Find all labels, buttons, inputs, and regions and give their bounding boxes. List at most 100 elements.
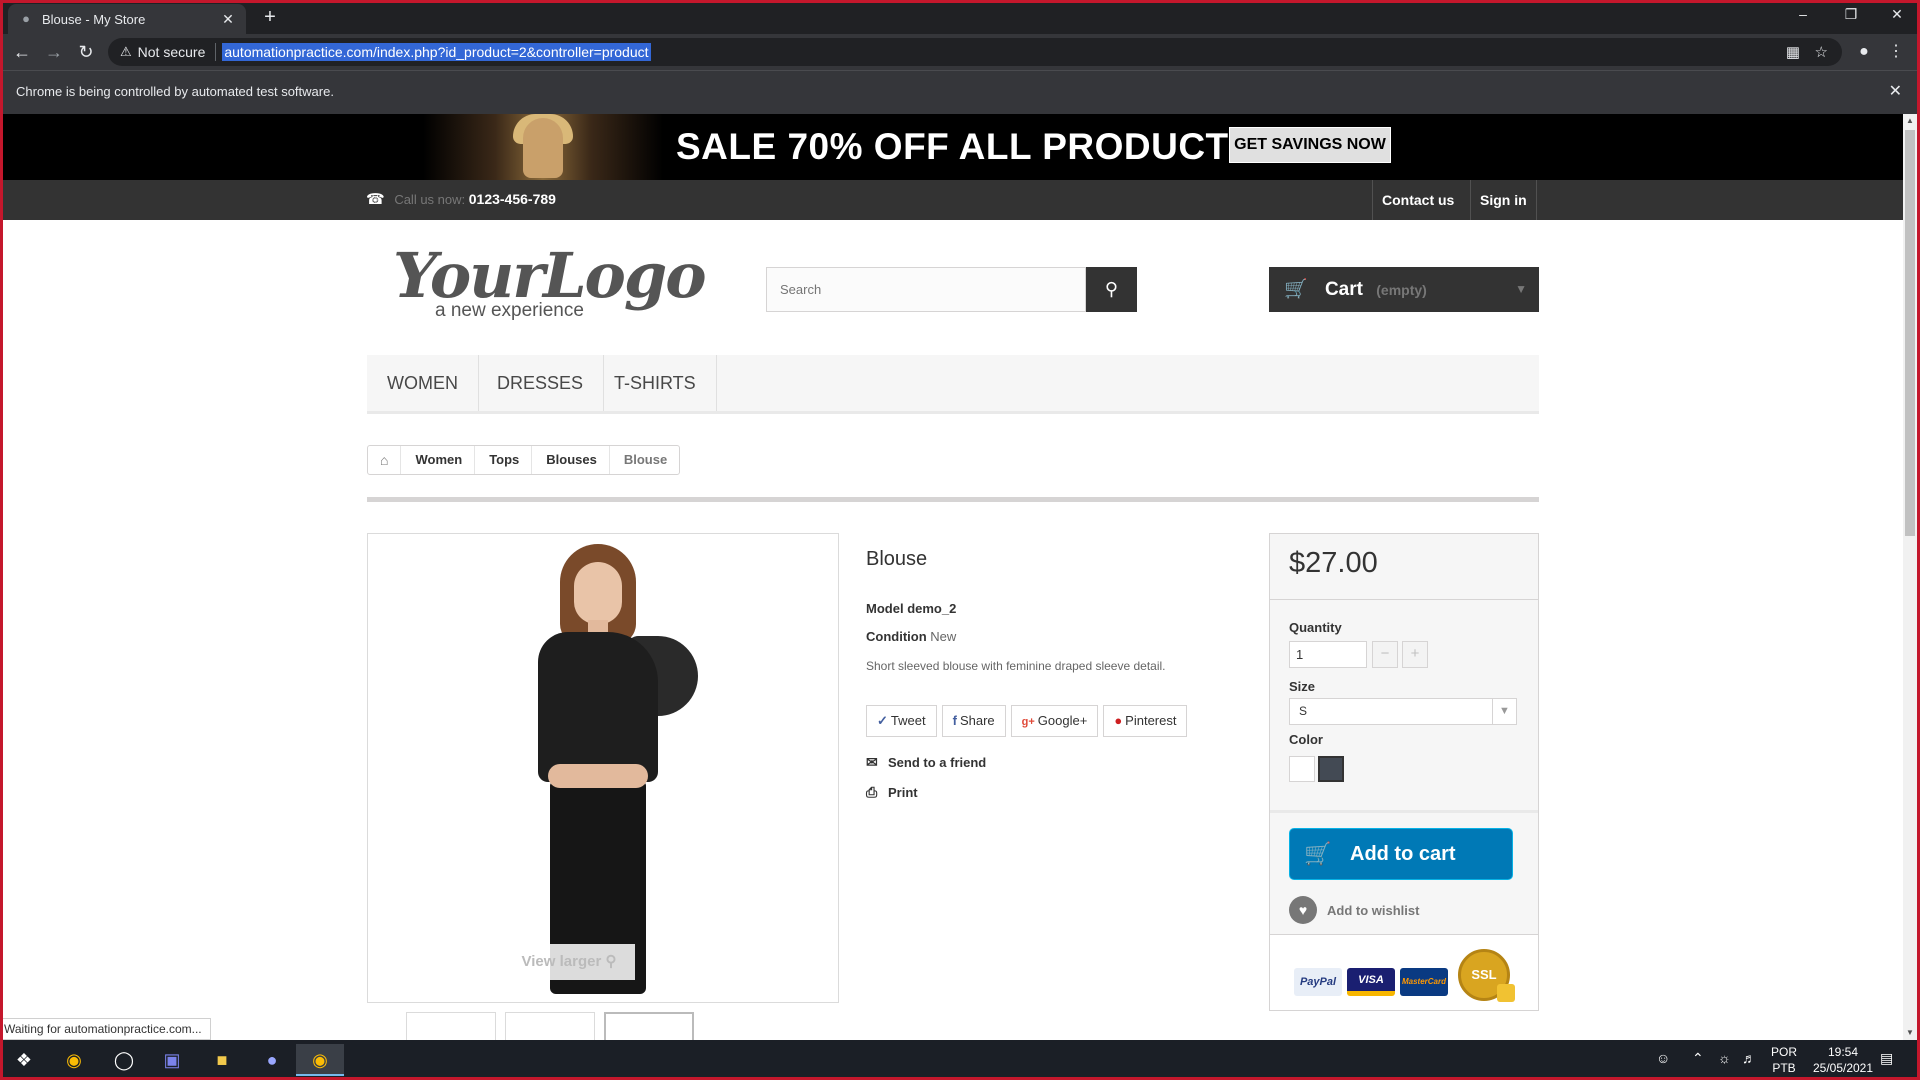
search-box [766, 267, 1086, 312]
search-input[interactable] [767, 268, 1085, 311]
payment-logos: PayPal VISA MasterCard SSL [1270, 934, 1538, 1010]
cart-icon: 🛒 [1304, 841, 1332, 866]
page-viewport: SALE 70% OFF ALL PRODUCTS GET SAVINGS NO… [3, 114, 1903, 1040]
file-explorer-icon[interactable]: ■ [198, 1044, 246, 1076]
page-favicon-icon: ● [22, 11, 30, 26]
share-button[interactable]: f Share [941, 705, 1006, 737]
cart-button[interactable]: 🛒 Cart (empty) ▼ [1269, 267, 1539, 312]
promo-banner[interactable]: SALE 70% OFF ALL PRODUCTS GET SAVINGS NO… [3, 114, 1903, 180]
volume-icon[interactable]: ♬ [1742, 1050, 1756, 1066]
phone-number: 0123-456-789 [468, 191, 556, 207]
thumbnail[interactable] [406, 1012, 496, 1040]
infobar-close-icon[interactable]: ✕ [1889, 71, 1902, 113]
address-bar[interactable]: ⚠ Not secure automationpractice.com/inde… [108, 38, 1842, 66]
tweet-button[interactable]: ✓ Tweet [866, 705, 937, 737]
quantity-label: Quantity [1289, 620, 1342, 635]
browser-tab-active[interactable]: ● Blouse - My Store ✕ [8, 4, 246, 34]
language-indicator[interactable]: POR PTB [1766, 1040, 1802, 1080]
home-icon[interactable]: ⌂ [368, 446, 400, 474]
menu-kebab-icon[interactable]: ⋮ [1884, 40, 1908, 64]
divider [367, 497, 1539, 502]
scroll-up-arrow-icon[interactable]: ▲ [1903, 114, 1917, 128]
search-icon: ⚲ [1104, 279, 1119, 299]
breadcrumb: ⌂ Women Tops Blouses Blouse [367, 445, 681, 475]
store-logo[interactable]: YourLogo a new experience [393, 244, 707, 334]
pinterest-icon: ● [1114, 713, 1123, 728]
forward-arrow-icon[interactable]: → [42, 40, 66, 64]
address-separator [215, 43, 217, 61]
view-larger-button[interactable]: View larger ⚲ [503, 944, 635, 980]
add-to-wishlist-link[interactable]: ♥ Add to wishlist [1289, 896, 1419, 925]
page-scrollbar[interactable]: ▲ ▼ [1903, 114, 1917, 1040]
ssl-badge: SSL [1458, 949, 1515, 1002]
breadcrumb-blouses[interactable]: Blouses [531, 446, 609, 474]
size-select[interactable]: S ▼ [1289, 698, 1517, 725]
tab-close-icon[interactable]: ✕ [220, 11, 236, 28]
windows-start-icon[interactable]: ❖ [0, 1044, 48, 1076]
clock-date: 25/05/2021 [1812, 1061, 1874, 1075]
product-price: $27.00 [1289, 547, 1378, 579]
scroll-down-arrow-icon[interactable]: ▼ [1903, 1026, 1917, 1040]
new-tab-button[interactable]: + [258, 6, 282, 30]
teams-icon[interactable]: ▣ [148, 1044, 196, 1076]
quantity-input[interactable] [1289, 641, 1367, 668]
banner-model-image [423, 114, 663, 180]
sign-in-link[interactable]: Sign in [1470, 180, 1537, 220]
add-to-cart-button[interactable]: 🛒 Add to cart [1289, 828, 1513, 880]
back-arrow-icon[interactable]: ← [10, 40, 34, 64]
send-to-friend-link[interactable]: ✉ Send to a friend [866, 754, 986, 771]
windows-taskbar: ❖ ◉ ◯ ▣ ■ ● ◉ ☺ ⌃ ☼ ♬ POR PTB 19:54 25/0… [0, 1040, 1920, 1080]
zoom-icon: ⚲ [605, 953, 617, 970]
breadcrumb-women[interactable]: Women [400, 446, 474, 474]
envelope-icon: ✉ [866, 754, 878, 770]
chevron-up-icon[interactable]: ⌃ [1692, 1050, 1704, 1067]
print-link[interactable]: ⎙ Print [866, 784, 918, 801]
bookmark-star-icon[interactable]: ☆ [1815, 43, 1828, 61]
search-button[interactable]: ⚲ [1086, 267, 1137, 312]
pinterest-button[interactable]: ● Pinterest [1103, 705, 1188, 737]
logo-tagline: a new experience [435, 300, 584, 321]
ssl-label: SSL [1471, 967, 1497, 982]
chrome-active-icon[interactable]: ◉ [296, 1044, 344, 1076]
product-image[interactable]: View larger ⚲ [367, 533, 839, 1003]
chevron-down-icon: ▼ [1515, 282, 1527, 296]
profile-icon[interactable]: ● [1852, 40, 1876, 64]
contact-us-link[interactable]: Contact us [1372, 180, 1463, 220]
minimize-button[interactable]: – [1780, 0, 1826, 30]
network-icon[interactable]: ☼ [1718, 1050, 1731, 1066]
people-icon[interactable]: ☺ [1656, 1050, 1670, 1066]
breadcrumb-tops[interactable]: Tops [474, 446, 531, 474]
buybox-divider [1270, 810, 1538, 813]
quantity-increase-button[interactable]: + [1402, 641, 1428, 668]
google-plus-label: Google+ [1037, 713, 1088, 728]
maximize-button[interactable]: ❐ [1828, 0, 1874, 30]
eclipse-icon[interactable]: ● [248, 1044, 296, 1076]
color-label: Color [1289, 732, 1323, 747]
menu-item-women[interactable]: WOMEN [367, 355, 479, 411]
view-larger-label: View larger [521, 953, 602, 970]
product-description: Short sleeved blouse with feminine drape… [866, 659, 1166, 673]
qr-code-icon[interactable]: ▦ [1786, 43, 1800, 61]
chrome-icon[interactable]: ◉ [50, 1044, 98, 1076]
scrollbar-thumb[interactable] [1905, 130, 1915, 536]
notifications-icon[interactable]: ▤ [1880, 1050, 1893, 1067]
menu-item-dresses[interactable]: DRESSES [477, 355, 605, 411]
get-savings-button[interactable]: GET SAVINGS NOW [1229, 127, 1391, 163]
url-text[interactable]: automationpractice.com/index.php?id_prod… [222, 43, 651, 61]
reload-icon[interactable]: ↻ [74, 40, 98, 64]
color-swatch-white[interactable] [1289, 756, 1315, 782]
clock-time: 19:54 [1827, 1045, 1859, 1059]
printer-icon: ⎙ [866, 784, 878, 800]
heart-icon: ♥ [1289, 896, 1317, 924]
app-w-icon[interactable]: ◯ [100, 1044, 148, 1076]
call-label: Call us now: [394, 192, 466, 207]
thumbnail-selected[interactable] [604, 1012, 694, 1040]
quantity-decrease-button[interactable]: − [1372, 641, 1398, 668]
google-plus-button[interactable]: g+ Google+ [1010, 705, 1099, 737]
menu-item-t-shirts[interactable]: T-SHIRTS [594, 355, 717, 411]
clock[interactable]: 19:54 25/05/2021 [1806, 1040, 1880, 1080]
thumbnail[interactable] [505, 1012, 595, 1040]
product-name: Blouse [866, 548, 928, 570]
color-swatch-dark[interactable] [1318, 756, 1344, 782]
close-window-button[interactable]: ✕ [1874, 0, 1920, 30]
